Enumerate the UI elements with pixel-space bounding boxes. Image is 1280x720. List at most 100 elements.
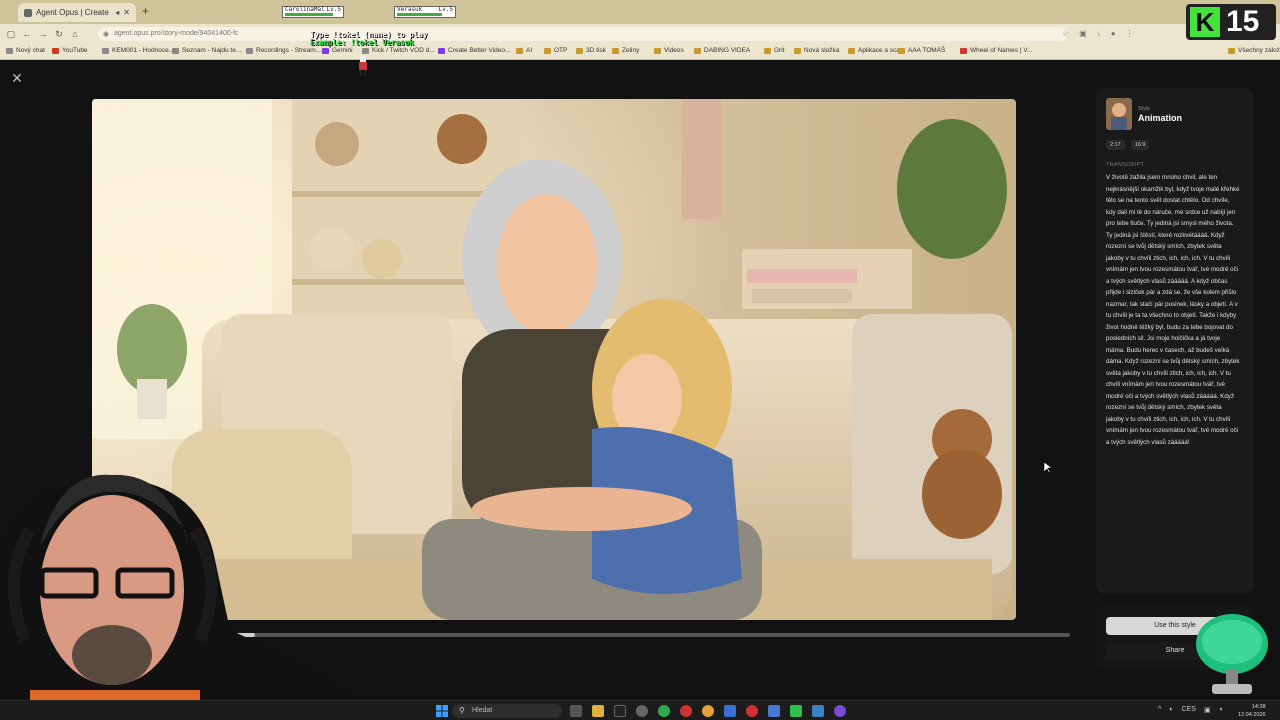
webcam-overlay <box>0 474 390 720</box>
search-icon: ⚲ <box>459 706 465 715</box>
windows-taskbar: ⚲ Hledat ^ ◐ CES ▣ ◖ 14:28 12.04.2026 <box>0 700 1280 720</box>
bookmark-label: Gemini <box>332 47 353 54</box>
app-icon-doc[interactable] <box>768 705 780 717</box>
taskbar-clock[interactable]: 14:28 12.04.2026 <box>1238 703 1266 719</box>
stream-overlay: Type !tokel (name) to play Example: !tok… <box>310 31 427 47</box>
style-row: Style Animation <box>1106 98 1244 130</box>
bookmark-item[interactable]: 3D tisk <box>576 47 606 54</box>
overlay-line-2: Example: !tokel Verasuk <box>310 38 414 47</box>
bookmark-star-icon[interactable]: ☆ <box>1062 29 1069 38</box>
bookmark-label: Kick / Twitch VOD d... <box>372 47 435 54</box>
bookmark-label: Nový chat <box>16 47 45 54</box>
forward-icon[interactable]: → <box>36 29 50 39</box>
extension-icon[interactable]: ▣ <box>1079 29 1087 38</box>
back-icon[interactable]: ← <box>20 29 34 39</box>
app-icon-purple[interactable] <box>834 705 846 717</box>
bookmark-label: DABING VIDEA <box>704 47 751 54</box>
chatgpt-icon[interactable] <box>636 705 648 717</box>
volume-icon[interactable]: ◖ <box>1219 706 1223 714</box>
bookmark-item[interactable]: AI <box>516 47 532 54</box>
bookmark-item[interactable]: Aplikace a scan <box>848 47 904 54</box>
bookmark-item[interactable]: KEM001 - Hodnoce... <box>102 47 174 54</box>
bookmark-item[interactable]: Kick / Twitch VOD d... <box>362 47 435 54</box>
bookmark-item[interactable]: Wheel of Names | V... <box>960 47 1033 54</box>
tab-close-icon[interactable]: ✕ <box>123 8 130 17</box>
app-icon-play[interactable] <box>790 705 802 717</box>
tab-mute-icon[interactable]: ◂ <box>115 8 119 17</box>
tiktok-icon[interactable] <box>614 705 626 717</box>
bookmark-item[interactable]: OTP <box>544 47 567 54</box>
pixel-sprite-icon <box>359 56 367 76</box>
bookmark-label: Videos <box>664 47 684 54</box>
browser-tab-bar: Agent Opus | Create video ◂ ✕ + Carolina… <box>0 0 1280 24</box>
bookmark-item[interactable]: Všechny záložky <box>1228 47 1280 54</box>
bookmark-label: Wheel of Names | V... <box>970 47 1033 54</box>
taskbar-search[interactable]: ⚲ Hledat <box>452 704 562 718</box>
bookmark-label: OTP <box>554 47 568 54</box>
bookmark-item[interactable]: Zeliny <box>612 47 639 54</box>
bookmark-label: Grit <box>774 47 785 54</box>
hp-right-name: Verasuk <box>397 6 423 13</box>
new-tab-button[interactable]: + <box>142 4 149 18</box>
app-icon-store[interactable] <box>812 705 824 717</box>
hp-box-right: Verasuk Lv.5 <box>394 6 456 18</box>
bookmark-label: Create Better Video... <box>448 47 511 54</box>
home-icon[interactable]: ⌂ <box>68 29 82 39</box>
bookmark-label: Seznam - Najdu te... <box>182 47 242 54</box>
transcript-text: V životě zažila jsem mnoho chvil, ale te… <box>1106 174 1240 446</box>
menu-icon[interactable]: ⋮ <box>1126 29 1134 38</box>
bookmark-label: YouTube <box>62 47 88 54</box>
badge-number: 15 <box>1226 5 1260 38</box>
bookmark-item[interactable]: DABING VIDEA <box>694 47 750 54</box>
duration-chip: 2:17 <box>1106 140 1125 150</box>
sidebar-toggle-icon[interactable]: ▢ <box>4 29 18 40</box>
task-view-icon[interactable] <box>570 705 582 717</box>
wifi-icon[interactable]: ▣ <box>1204 706 1211 714</box>
xbox-icon[interactable] <box>658 705 670 717</box>
bookmark-item[interactable]: Nová složka <box>794 47 839 54</box>
bookmark-item[interactable]: Create Better Video... <box>438 47 510 54</box>
close-icon[interactable]: ✕ <box>9 70 25 86</box>
profile-icon[interactable]: ● <box>1111 29 1116 38</box>
bookmark-item[interactable]: Videos <box>654 47 684 54</box>
bookmark-item[interactable]: Grit <box>764 47 784 54</box>
bookmark-label: AI <box>526 47 533 54</box>
hp-left-bar <box>285 13 333 16</box>
app-icon-red[interactable] <box>680 705 692 717</box>
bookmark-folder-icon <box>612 47 619 54</box>
bookmark-label: Nová složka <box>804 47 840 54</box>
bookmark-item[interactable]: Gemini <box>322 47 353 54</box>
hp-right-bar <box>397 13 442 16</box>
style-thumbnail <box>1106 98 1132 130</box>
chrome-icon[interactable] <box>702 705 714 717</box>
opera-icon[interactable] <box>746 705 758 717</box>
bookmark-folder-icon <box>438 47 445 54</box>
download-icon[interactable]: ↓ <box>1097 29 1101 38</box>
taskbar-search-text: Hledat <box>472 707 493 714</box>
tray-chevron-icon[interactable]: ^ <box>1158 706 1161 714</box>
url-field[interactable]: ◉ agent.opus.pro/story-mode/94041400-fc <box>98 27 1068 41</box>
bookmark-folder-icon <box>6 47 13 54</box>
address-bar-row: ▢ ← → ↻ ⌂ ◉ agent.opus.pro/story-mode/94… <box>0 24 1280 44</box>
tray-app-icon[interactable]: ◐ <box>1169 706 1173 714</box>
site-info-icon[interactable]: ◉ <box>103 30 109 38</box>
browser-tab[interactable]: Agent Opus | Create video ◂ ✕ <box>18 3 136 22</box>
bookmark-item[interactable]: Seznam - Najdu te... <box>172 47 241 54</box>
bookmark-folder-icon <box>960 47 967 54</box>
windows-start-icon[interactable] <box>436 705 448 717</box>
bookmark-item[interactable]: Recordings - Stream... <box>246 47 321 54</box>
bookmark-folder-icon <box>172 47 179 54</box>
bookmark-item[interactable]: AAA TOMÁŠ <box>898 47 945 54</box>
bookmark-folder-icon <box>654 47 661 54</box>
bookmark-item[interactable]: YouTube <box>52 47 88 54</box>
hp-box-left: CarolinaMal Lv.5 <box>282 6 344 18</box>
bookmark-folder-icon <box>544 47 551 54</box>
language-indicator[interactable]: CES <box>1182 706 1196 714</box>
app-icon-blue[interactable] <box>724 705 736 717</box>
reload-icon[interactable]: ↻ <box>52 29 66 40</box>
clock-date: 12.04.2026 <box>1238 712 1266 718</box>
file-explorer-icon[interactable] <box>592 705 604 717</box>
kick-logo: K <box>1190 7 1220 37</box>
bookmark-item[interactable]: Nový chat <box>6 47 45 54</box>
style-label: Style <box>1138 105 1151 112</box>
